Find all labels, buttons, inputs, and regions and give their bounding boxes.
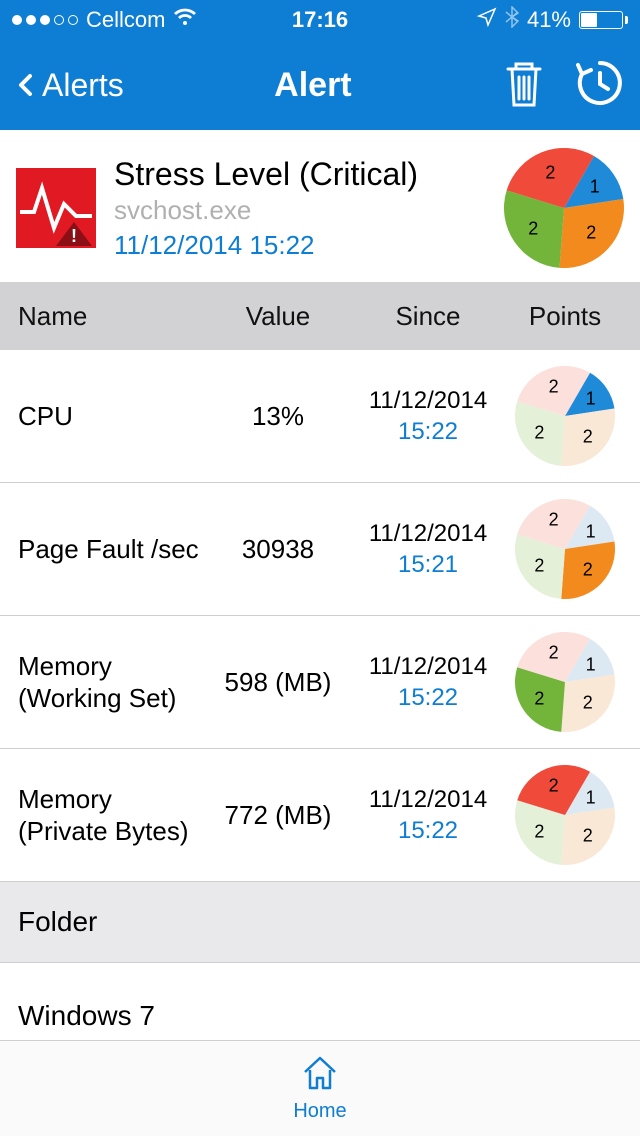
- pie-slice-label: 1: [586, 787, 596, 808]
- battery-icon: [579, 11, 628, 29]
- pie-slice-label: 2: [528, 218, 538, 239]
- alert-process: svchost.exe: [114, 195, 486, 226]
- row-value: 598 (MB): [208, 667, 348, 698]
- pie-slice-label: 2: [586, 223, 596, 244]
- row-name: Memory (Private Bytes): [18, 783, 208, 848]
- row-value: 13%: [208, 401, 348, 432]
- row-pie-chart: 1 2 2 2: [515, 765, 615, 865]
- delete-button[interactable]: [502, 57, 546, 114]
- folder-section-label: Folder: [18, 906, 97, 938]
- row-pie-chart: 1 2 2 2: [515, 499, 615, 599]
- row-name: Page Fault /sec: [18, 533, 208, 566]
- status-time: 17:16: [292, 7, 348, 33]
- svg-text:!: !: [71, 226, 77, 246]
- pie-slice-label: 2: [549, 377, 559, 398]
- carrier-label: Cellcom: [86, 7, 165, 33]
- row-name: CPU: [18, 400, 208, 433]
- pie-slice-label: 2: [534, 423, 544, 444]
- pie-slice-label: 2: [549, 643, 559, 664]
- home-icon: [300, 1054, 340, 1098]
- nav-bar: Alerts Alert: [0, 40, 640, 130]
- folder-name: Windows 7: [18, 1000, 155, 1032]
- row-value: 772 (MB): [208, 800, 348, 831]
- row-pie-chart: 1 2 2 2: [515, 632, 615, 732]
- folder-section-header: Folder: [0, 881, 640, 963]
- col-points-header: Points: [508, 301, 622, 332]
- location-icon: [477, 7, 497, 33]
- bluetooth-icon: [505, 6, 519, 34]
- pie-slice-label: 2: [583, 560, 593, 581]
- history-icon: [574, 57, 626, 109]
- pie-slice-label: 2: [534, 556, 544, 577]
- summary-pie-chart: 1 2 2 2: [504, 148, 624, 268]
- row-value: 30938: [208, 534, 348, 565]
- trash-icon: [502, 57, 546, 109]
- alert-icon: !: [16, 168, 96, 248]
- pie-slice-label: 2: [583, 427, 593, 448]
- alert-summary: ! Stress Level (Critical) svchost.exe 11…: [0, 130, 640, 282]
- history-button[interactable]: [574, 57, 626, 114]
- pie-slice-label: 2: [549, 776, 559, 797]
- status-left: Cellcom: [12, 7, 212, 33]
- nav-title: Alert: [274, 66, 351, 105]
- pie-slice-label: 1: [586, 654, 596, 675]
- pie-slice-label: 2: [534, 822, 544, 843]
- row-since: 11/12/201415:21: [348, 518, 508, 580]
- row-since: 11/12/201415:22: [348, 385, 508, 447]
- tab-home[interactable]: Home: [293, 1054, 346, 1123]
- tab-bar: Home: [0, 1040, 640, 1136]
- table-row[interactable]: Memory (Private Bytes) 772 (MB) 11/12/20…: [0, 749, 640, 881]
- alert-timestamp: 11/12/2014 15:22: [114, 230, 486, 261]
- back-button[interactable]: Alerts: [14, 67, 124, 104]
- battery-pct-label: 41%: [527, 7, 571, 33]
- row-name: Memory (Working Set): [18, 650, 208, 715]
- pie-slice-label: 2: [583, 826, 593, 847]
- table-row[interactable]: CPU 13% 11/12/201415:22 1 2 2 2: [0, 350, 640, 483]
- status-right: 41%: [428, 6, 628, 34]
- pie-slice-label: 1: [590, 177, 600, 198]
- row-pie-chart: 1 2 2 2: [515, 366, 615, 466]
- row-since: 11/12/201415:22: [348, 651, 508, 713]
- col-value-header: Value: [208, 301, 348, 332]
- alert-title: Stress Level (Critical): [114, 156, 486, 193]
- col-since-header: Since: [348, 301, 508, 332]
- table-row[interactable]: Memory (Working Set) 598 (MB) 11/12/2014…: [0, 616, 640, 749]
- chevron-left-icon: [14, 73, 38, 97]
- pie-slice-label: 2: [583, 693, 593, 714]
- tab-home-label: Home: [293, 1100, 346, 1123]
- pie-slice-label: 2: [545, 163, 555, 184]
- row-since: 11/12/201415:22: [348, 784, 508, 846]
- back-label: Alerts: [42, 67, 124, 104]
- pie-slice-label: 2: [549, 510, 559, 531]
- table-header: Name Value Since Points: [0, 282, 640, 350]
- status-bar: Cellcom 17:16 41%: [0, 0, 640, 40]
- pie-slice-label: 1: [586, 388, 596, 409]
- col-name-header: Name: [18, 301, 208, 332]
- pie-slice-label: 2: [534, 689, 544, 710]
- pie-slice-label: 1: [586, 521, 596, 542]
- signal-dots-icon: [12, 15, 78, 25]
- wifi-icon: [173, 7, 197, 33]
- table-row[interactable]: Page Fault /sec 30938 11/12/201415:21 1 2…: [0, 483, 640, 616]
